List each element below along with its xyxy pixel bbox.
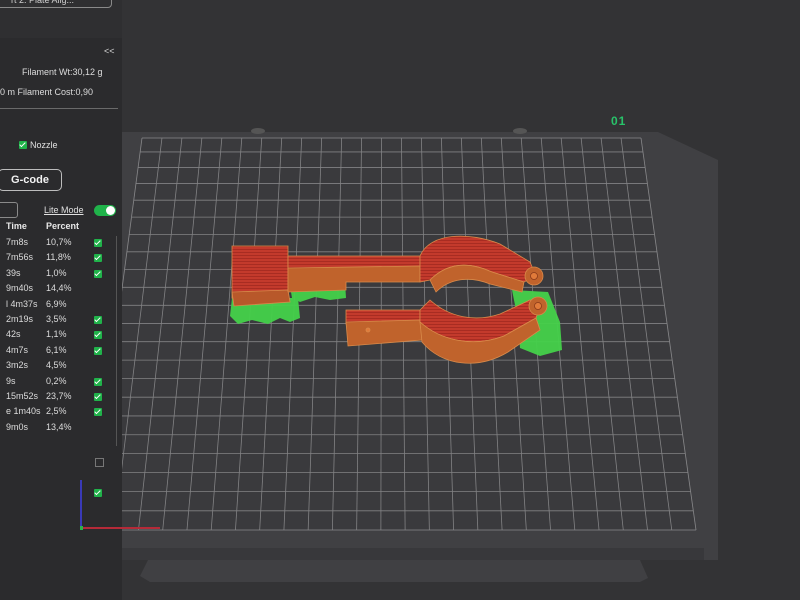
percent-header: Percent: [46, 221, 80, 231]
row-percent: 2,5%: [46, 406, 67, 417]
row-time: e 1m40s: [6, 406, 41, 417]
legend-checkbox[interactable]: [94, 489, 102, 497]
z-axis-indicator: [80, 480, 82, 528]
table-row: l 4m37s 6,9%: [0, 299, 118, 314]
row-visibility-checkbox[interactable]: [94, 316, 102, 324]
row-time: 39s: [6, 267, 21, 278]
filament-weight: Filament Wt:30,12 g: [22, 67, 103, 77]
row-visibility-checkbox[interactable]: [94, 377, 102, 386]
row-percent: 11,8%: [46, 252, 71, 263]
table-row: 42s 1,1%: [0, 329, 118, 344]
row-percent: 0,2%: [46, 375, 67, 386]
table-row: 7m8s 10,7%: [0, 237, 118, 252]
row-percent: 6,9%: [46, 298, 67, 309]
row-time: 9s: [6, 375, 16, 386]
table-divider: [116, 236, 117, 446]
table-row: 39s 1,0%: [0, 268, 118, 283]
row-visibility-checkbox[interactable]: [94, 346, 102, 355]
row-visibility-checkbox[interactable]: [94, 408, 102, 417]
nozzle-checkbox[interactable]: [19, 141, 27, 149]
row-percent: 14,4%: [46, 283, 72, 294]
row-time: 3m2s: [6, 360, 29, 371]
row-time: 7m8s: [6, 237, 29, 247]
collapse-panel-button[interactable]: <<: [104, 46, 115, 56]
row-time: 9m0s: [6, 421, 29, 432]
table-row: 15m52s 23,7%: [0, 391, 118, 406]
table-row: 7m56s 11,8%: [0, 252, 118, 267]
row-percent: 6,1%: [46, 344, 67, 355]
row-percent: 1,1%: [46, 329, 67, 340]
row-percent: 10,7%: [46, 237, 72, 247]
table-row: e 1m40s 2,5%: [0, 406, 118, 421]
row-time: 4m7s: [6, 344, 29, 355]
filament-cost: 0 m Filament Cost:0,90: [0, 87, 94, 97]
table-row: 9m40s 14,4%: [0, 283, 118, 298]
row-time: 9m40s: [6, 283, 34, 294]
row-percent: 1,0%: [46, 267, 67, 278]
table-row: 4m7s 6,1%: [0, 345, 118, 360]
row-time: 42s: [6, 329, 21, 340]
row-visibility-checkbox[interactable]: [94, 331, 102, 340]
divider: [0, 108, 118, 109]
row-time: l 4m37s: [6, 298, 38, 309]
row-percent: 4,5%: [46, 360, 67, 371]
y-axis-indicator: [80, 526, 83, 530]
row-percent: 13,4%: [46, 421, 72, 432]
table-row: 9s 0,2%: [0, 376, 118, 391]
table-row: 3m2s 4,5%: [0, 360, 118, 375]
row-percent: 23,7%: [46, 391, 72, 401]
slice-info-panel: rt 2. Plate Alig... << Filament Wt:30,12…: [0, 0, 122, 600]
plate-number[interactable]: 01: [611, 114, 626, 128]
row-visibility-checkbox[interactable]: [94, 239, 102, 247]
row-time: 2m19s: [6, 314, 34, 324]
lite-mode-toggle[interactable]: [94, 205, 116, 216]
lite-mode-label: Lite Mode: [44, 205, 84, 215]
row-visibility-checkbox[interactable]: [94, 393, 102, 401]
nozzle-toggle[interactable]: Nozzle: [19, 140, 58, 150]
nozzle-label: Nozzle: [30, 140, 58, 150]
table-row: 9m0s 13,4%: [0, 422, 118, 437]
row-percent: 3,5%: [46, 314, 67, 324]
row-time: 7m56s: [6, 252, 34, 263]
empty-checkbox[interactable]: [95, 458, 104, 467]
view-type-select[interactable]: [0, 202, 18, 218]
table-row: 2m19s 3,5%: [0, 314, 118, 329]
x-axis-indicator: [82, 527, 160, 529]
gcode-button[interactable]: G-code: [0, 169, 62, 191]
time-header: Time: [6, 221, 27, 231]
row-visibility-checkbox[interactable]: [94, 254, 102, 263]
row-time: 15m52s: [6, 391, 39, 401]
plate-dropdown[interactable]: rt 2. Plate Alig...: [0, 0, 112, 8]
row-visibility-checkbox[interactable]: [94, 269, 102, 278]
